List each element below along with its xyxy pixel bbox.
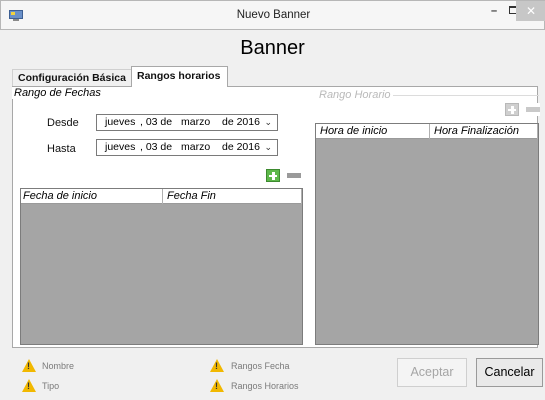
validation-rangos-horarios: Rangos Horarios <box>231 381 299 391</box>
validation-tipo: Tipo <box>42 381 60 391</box>
horarios-grid-header: Hora de inicio Hora Finalización <box>316 124 538 139</box>
rango-fechas-legend: Rango de Fechas <box>12 87 103 99</box>
hasta-label: Hasta <box>47 143 76 155</box>
column-fecha-fin[interactable]: Fecha Fin <box>163 189 302 204</box>
remove-fecha-button[interactable] <box>287 169 301 182</box>
desde-weekday: jueves <box>105 116 136 128</box>
close-button[interactable]: ✕ <box>516 1 545 21</box>
hasta-date-picker[interactable]: jueves , 03 de marzo de 2016 ⌄ <box>96 139 278 156</box>
hasta-year: de 2016 <box>222 141 260 153</box>
warning-icon <box>210 359 224 372</box>
desde-day: , 03 de <box>140 116 173 128</box>
column-hora-finalizacion[interactable]: Hora Finalización <box>430 124 538 139</box>
rango-horario-legend: Rango Horario <box>317 89 393 101</box>
chevron-down-icon: ⌄ <box>264 142 272 152</box>
validation-nombre: Nombre <box>42 361 75 371</box>
add-horario-button[interactable] <box>505 103 519 116</box>
chevron-down-icon: ⌄ <box>264 117 272 127</box>
hasta-day: , 03 de <box>140 141 173 153</box>
fechas-grid-header: Fecha de inicio Fecha Fin <box>21 189 302 204</box>
column-fecha-inicio[interactable]: Fecha de inicio <box>21 189 163 204</box>
aceptar-button[interactable]: Aceptar <box>397 358 467 387</box>
desde-month: marzo <box>181 116 211 128</box>
desde-date-picker[interactable]: jueves , 03 de marzo de 2016 ⌄ <box>96 114 278 131</box>
remove-horario-button[interactable] <box>526 103 540 116</box>
tab-rangos-horarios[interactable]: Rangos horarios <box>131 66 228 87</box>
tab-configuracion-basica[interactable]: Configuración Básica <box>12 69 132 87</box>
warning-icon <box>22 379 36 392</box>
add-fecha-button[interactable] <box>266 169 280 182</box>
window-title: Nuevo Banner <box>236 9 311 21</box>
desde-label: Desde <box>47 117 79 129</box>
hasta-weekday: jueves <box>105 141 136 153</box>
warning-icon <box>22 359 36 372</box>
title-bar: Nuevo Banner – ✕ <box>0 0 545 30</box>
desde-year: de 2016 <box>222 116 260 128</box>
warning-icon <box>210 379 224 392</box>
page-title: Banner <box>240 37 305 59</box>
column-hora-inicio[interactable]: Hora de inicio <box>316 124 430 139</box>
hasta-month: marzo <box>181 141 211 153</box>
horarios-grid[interactable]: Hora de inicio Hora Finalización <box>315 123 539 345</box>
minimize-button[interactable]: – <box>484 1 504 23</box>
validation-rangos-fecha: Rangos Fecha <box>231 361 290 371</box>
cancelar-button[interactable]: Cancelar <box>476 358 543 387</box>
fechas-grid[interactable]: Fecha de inicio Fecha Fin <box>20 188 303 345</box>
